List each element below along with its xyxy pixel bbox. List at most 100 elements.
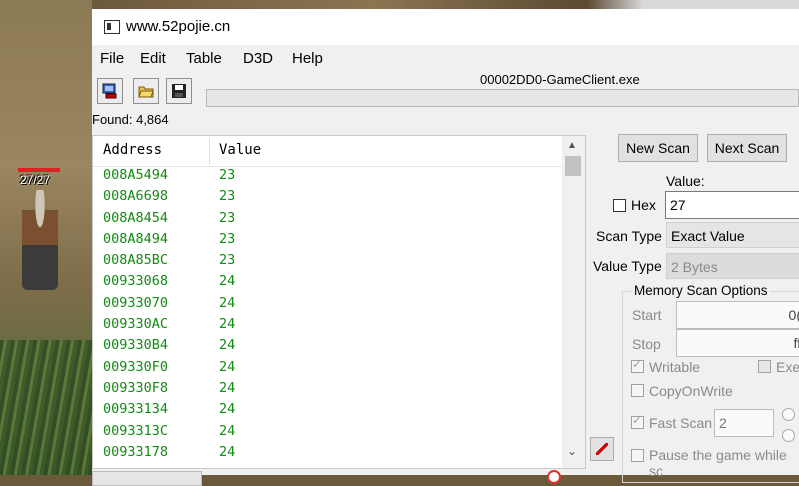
row-value: 23 xyxy=(219,188,236,205)
executable-checkbox[interactable] xyxy=(758,360,771,373)
table-row[interactable]: 009330F8 24 xyxy=(93,379,563,400)
row-value: 23 xyxy=(219,230,236,247)
scroll-up-icon[interactable]: ▲ xyxy=(567,140,577,151)
row-address: 009330F8 xyxy=(103,379,169,396)
row-address: 008A8494 xyxy=(103,230,169,247)
table-row[interactable]: 008A5494 23 xyxy=(93,166,563,187)
row-value: 24 xyxy=(219,358,236,375)
pause-game-label: Pause the game while sc xyxy=(649,447,787,479)
row-value: 24 xyxy=(219,337,236,354)
scan-type-label: Scan Type xyxy=(596,228,662,244)
stop-icon[interactable] xyxy=(547,470,561,484)
hex-checkbox[interactable] xyxy=(613,199,626,212)
table-row[interactable]: 009330B4 24 xyxy=(93,336,563,357)
table-row[interactable]: 0093313C 24 xyxy=(93,422,563,443)
game-character xyxy=(22,190,58,290)
row-address: 00933178 xyxy=(103,443,169,460)
copy-on-write-label: CopyOnWrite xyxy=(649,383,733,399)
row-value: 24 xyxy=(219,273,236,290)
menu-help[interactable]: Help xyxy=(292,50,323,67)
column-divider[interactable] xyxy=(209,138,210,164)
value-label: Value: xyxy=(666,173,705,189)
row-address: 008A8454 xyxy=(103,209,169,226)
row-value: 24 xyxy=(219,443,236,460)
table-row[interactable]: 008A6698 23 xyxy=(93,187,563,208)
row-value: 24 xyxy=(219,422,236,439)
scroll-down-icon[interactable]: ⌄ xyxy=(567,444,577,458)
fast-scan-checkbox[interactable] xyxy=(631,413,644,429)
scroll-thumb[interactable] xyxy=(565,156,581,176)
table-row[interactable]: 00933070 24 xyxy=(93,294,563,315)
window-title: www.52pojie.cn xyxy=(126,18,231,35)
found-count: Found: 4,864 xyxy=(92,112,169,127)
row-address: 00933134 xyxy=(103,401,169,418)
row-value: 23 xyxy=(219,167,236,183)
row-address: 008A85BC xyxy=(103,252,169,269)
list-header: Address Value xyxy=(93,136,563,167)
copy-on-write-checkbox[interactable] xyxy=(631,384,644,397)
value-type-label: Value Type xyxy=(593,258,662,274)
hex-label: Hex xyxy=(631,197,656,213)
table-row[interactable]: 008A8494 23 xyxy=(93,230,563,251)
row-address: 009330B4 xyxy=(103,337,169,354)
stop-address-input[interactable]: ff xyxy=(676,329,799,357)
row-value: 24 xyxy=(219,379,236,396)
table-row[interactable]: 00933178 24 xyxy=(93,443,563,464)
row-value: 24 xyxy=(219,401,236,418)
save-button[interactable] xyxy=(166,78,192,104)
row-address: 0093313C xyxy=(103,422,169,439)
pause-game-checkbox[interactable] xyxy=(631,449,644,462)
table-row[interactable]: 008A8454 23 xyxy=(93,209,563,230)
table-row[interactable]: 009330AC 24 xyxy=(93,315,563,336)
new-scan-button[interactable]: New Scan xyxy=(618,134,698,162)
select-process-button[interactable] xyxy=(97,78,123,104)
table-row[interactable]: 00933134 24 xyxy=(93,400,563,421)
stop-label: Stop xyxy=(632,336,661,352)
menu-table[interactable]: Table xyxy=(186,50,222,67)
start-address-input[interactable]: 0( xyxy=(676,301,799,329)
scan-progress-bar xyxy=(206,89,799,107)
undo-scan-button[interactable] xyxy=(590,437,614,461)
row-value: 23 xyxy=(219,209,236,226)
executable-label: Exe xyxy=(776,359,799,375)
menu-file[interactable]: File xyxy=(100,50,124,67)
writable-label: Writable xyxy=(649,359,701,375)
alignment-radio[interactable] xyxy=(782,408,795,421)
game-health-text: 27/27 xyxy=(20,173,51,187)
row-address: 009330F0 xyxy=(103,358,169,375)
row-address: 009330AC xyxy=(103,316,169,333)
memory-scan-options-title: Memory Scan Options xyxy=(632,283,770,298)
writable-checkbox[interactable] xyxy=(631,357,644,373)
game-background: 27/27 xyxy=(0,0,92,475)
fast-scan-label: Fast Scan xyxy=(649,415,713,431)
menu-edit[interactable]: Edit xyxy=(140,50,166,67)
row-value: 24 xyxy=(219,294,236,311)
table-row[interactable]: 008A85BC 23 xyxy=(93,251,563,272)
fast-scan-alignment-input[interactable]: 2 xyxy=(714,409,774,437)
menu-d3d[interactable]: D3D xyxy=(243,50,273,67)
next-scan-button[interactable]: Next Scan xyxy=(707,134,787,162)
table-row[interactable]: 00933068 24 xyxy=(93,272,563,293)
table-row[interactable]: 009330F0 24 xyxy=(93,358,563,379)
column-header-address[interactable]: Address xyxy=(103,142,162,158)
start-label: Start xyxy=(632,307,662,323)
floppy-disk-icon xyxy=(172,84,186,98)
results-list[interactable]: Address Value 008A5494 23 008A6698 23 008A84… xyxy=(92,135,586,469)
open-file-button[interactable] xyxy=(133,78,159,104)
scan-value-input[interactable]: 27 xyxy=(665,191,799,219)
results-scrollbar[interactable]: ▲ ⌄ xyxy=(562,136,585,468)
app-icon xyxy=(104,20,120,34)
last-digits-radio[interactable] xyxy=(782,429,795,442)
row-address: 00933068 xyxy=(103,273,169,290)
cheat-engine-window: www.52pojie.cn File Edit Table D3D Help … xyxy=(92,9,799,486)
folder-open-icon xyxy=(138,86,154,98)
column-header-value[interactable]: Value xyxy=(219,142,261,158)
memory-view-button[interactable] xyxy=(92,471,202,486)
row-value: 24 xyxy=(219,316,236,333)
title-bar: www.52pojie.cn xyxy=(92,9,799,45)
row-address: 008A6698 xyxy=(103,188,169,205)
scan-type-select[interactable]: Exact Value xyxy=(666,222,799,248)
game-foliage xyxy=(0,340,92,475)
value-type-select[interactable]: 2 Bytes xyxy=(666,253,799,279)
results-rows: 008A5494 23 008A6698 23 008A8454 23 008A8494 23… xyxy=(93,166,563,464)
